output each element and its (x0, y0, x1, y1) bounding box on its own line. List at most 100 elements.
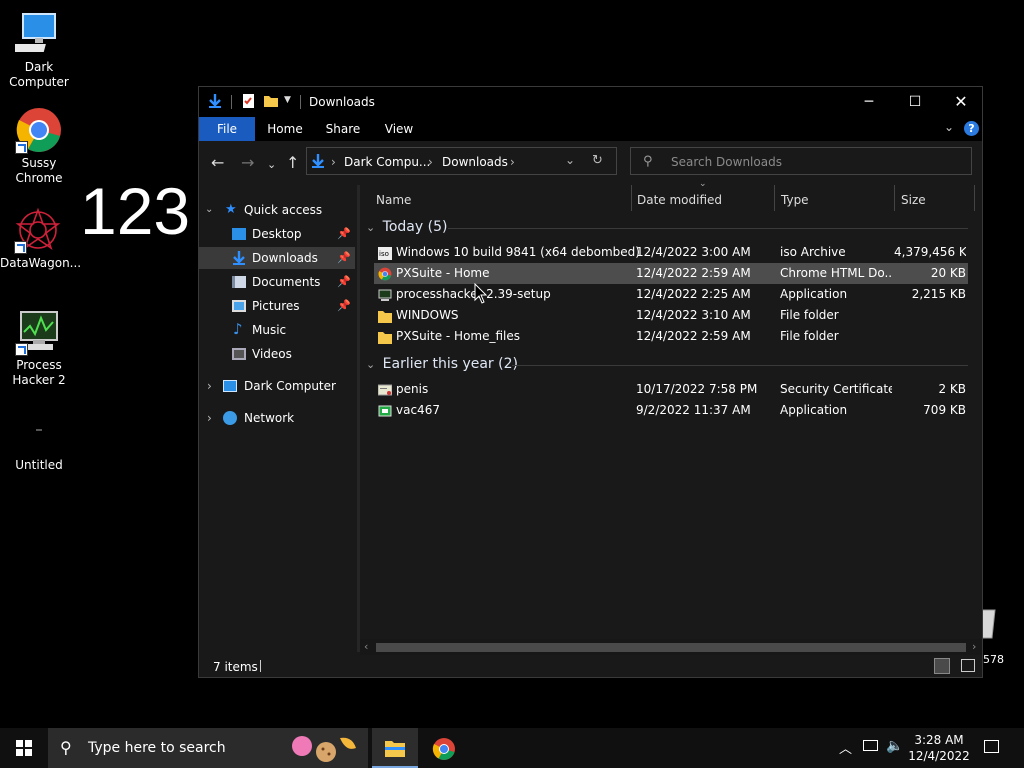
network-status-icon[interactable] (863, 740, 878, 751)
back-arrow-icon[interactable]: ← (211, 155, 224, 171)
desktop-icon-sussy-chrome[interactable]: Sussy Chrome (1, 106, 77, 186)
chevron-right-icon: › (331, 155, 336, 169)
help-icon[interactable]: ? (964, 121, 979, 136)
file-name: WINDOWS (396, 308, 459, 322)
maximize-button[interactable]: ☐ (892, 87, 938, 117)
desktop-icon-label: Sussy Chrome (15, 156, 63, 185)
nav-item-pictures[interactable]: Pictures 📌 (199, 295, 355, 317)
search-input[interactable]: Search Downloads (671, 155, 782, 169)
chevron-right-icon[interactable]: › (207, 375, 212, 397)
breadcrumb-downloads[interactable]: Downloads (442, 155, 508, 169)
volume-icon[interactable]: 🔈 (886, 738, 903, 754)
expand-ribbon-icon[interactable]: ⌄ (944, 120, 954, 134)
download-arrow-icon (207, 93, 223, 109)
table-row[interactable]: vac467 9/2/2022 11:37 AM Application 709… (374, 400, 968, 421)
taskbar-chrome[interactable] (432, 737, 456, 764)
table-row[interactable]: processhacker-2.39-setup 12/4/2022 2:25 … (374, 284, 968, 305)
desktop-icon-process-hacker[interactable]: Process Hacker 2 (1, 308, 77, 388)
scroll-left-icon[interactable]: ‹ (364, 640, 368, 653)
new-folder-icon[interactable] (263, 93, 279, 109)
column-divider[interactable] (894, 185, 895, 211)
breadcrumb-dark-computer[interactable]: Dark Compu... (344, 155, 430, 169)
group-header-earlier-this-year[interactable]: ⌄ Earlier this year (2) (366, 356, 518, 372)
pin-icon[interactable]: 📌 (337, 247, 351, 269)
folder-icon (378, 309, 392, 323)
search-icon: ⚲ (60, 738, 72, 757)
column-header-type[interactable]: Type (781, 189, 809, 211)
desktop-icon-datawagon[interactable]: DataWagon... (0, 206, 81, 271)
desktop-icon-label: Untitled (15, 458, 63, 472)
nav-item-dark-computer[interactable]: › Dark Computer (199, 375, 355, 397)
title-bar[interactable]: ▼ Downloads ─ ☐ ✕ (199, 87, 982, 117)
notifications-icon[interactable] (984, 740, 999, 753)
forward-arrow-icon[interactable]: → (241, 155, 254, 171)
table-row[interactable]: PXSuite - Home 12/4/2022 2:59 AM Chrome … (374, 263, 968, 284)
column-header-name[interactable]: Name (376, 189, 411, 211)
close-button[interactable]: ✕ (938, 87, 984, 117)
column-header-date-modified[interactable]: Date modified (637, 189, 722, 211)
computer-icon (223, 380, 237, 392)
nav-item-label: Videos (252, 347, 292, 361)
chevron-down-icon[interactable]: ⌄ (205, 199, 213, 221)
recent-locations-chevron-icon[interactable]: ⌄ (267, 157, 276, 173)
pin-icon[interactable]: 📌 (337, 223, 351, 245)
nav-item-music[interactable]: ♪ Music (199, 319, 355, 341)
taskbar-file-explorer[interactable] (372, 728, 418, 768)
nav-item-network[interactable]: › Network (199, 407, 355, 429)
address-history-chevron-icon[interactable]: ⌄ (565, 153, 575, 167)
file-name: vac467 (396, 403, 440, 417)
sort-indicator-icon: ⌄ (699, 179, 707, 189)
chrome-icon (15, 106, 63, 154)
column-header-size[interactable]: Size (901, 189, 926, 211)
pin-icon[interactable]: 📌 (337, 295, 351, 317)
desktop-icon-dark-computer[interactable]: Dark Computer (1, 10, 77, 90)
search-box[interactable]: ⚲ Search Downloads (630, 147, 972, 175)
table-row[interactable]: iso Windows 10 build 9841 (x64 debombed)… (374, 242, 968, 263)
desktop-icon-label: Dark Computer (9, 60, 69, 89)
chevron-right-icon[interactable]: › (207, 407, 212, 429)
tab-share[interactable]: Share (317, 117, 369, 141)
column-divider[interactable] (631, 185, 632, 211)
nav-item-desktop[interactable]: Desktop 📌 (199, 223, 355, 245)
customize-qat-icon[interactable]: ▼ (284, 95, 300, 111)
nav-item-downloads[interactable]: Downloads 📌 (199, 247, 355, 269)
file-date: 12/4/2022 2:59 AM (636, 266, 751, 280)
nav-item-videos[interactable]: Videos (199, 343, 355, 365)
horizontal-scrollbar[interactable]: ‹ › (360, 639, 982, 655)
address-bar[interactable]: › Dark Compu... › Downloads › ⌄ ↻ (306, 147, 617, 175)
properties-icon[interactable] (241, 93, 257, 109)
table-row[interactable]: PXSuite - Home_files 12/4/2022 2:59 AM F… (374, 326, 968, 347)
details-view-icon[interactable] (934, 658, 950, 674)
taskbar-search-box[interactable]: ⚲ Type here to search (48, 728, 368, 768)
mouse-cursor-icon (474, 282, 488, 308)
refresh-icon[interactable]: ↻ (592, 153, 603, 168)
certificate-icon (377, 383, 393, 396)
show-hidden-icons-chevron-icon[interactable]: ︿ (839, 738, 852, 757)
file-icon (15, 408, 63, 456)
taskbar-search-input[interactable]: Type here to search (88, 740, 226, 756)
windows-start-icon[interactable] (16, 740, 32, 759)
tab-home[interactable]: Home (259, 117, 311, 141)
desktop-icon-untitled[interactable]: Untitled (1, 408, 77, 473)
scroll-right-icon[interactable]: › (972, 640, 976, 653)
tab-view[interactable]: View (373, 117, 425, 141)
music-icon: ♪ (233, 320, 243, 338)
column-divider[interactable] (774, 185, 775, 211)
item-count: 7 items (213, 660, 258, 674)
table-row[interactable]: WINDOWS 12/4/2022 3:10 AM File folder (374, 305, 968, 326)
up-arrow-icon[interactable]: ↑ (286, 155, 299, 171)
file-explorer-window[interactable]: ▼ Downloads ─ ☐ ✕ File Home Share View ⌄… (198, 86, 983, 678)
table-row[interactable]: penis 10/17/2022 7:58 PM Security Certif… (374, 379, 968, 400)
nav-item-documents[interactable]: Documents 📌 (199, 271, 355, 293)
scrollbar-thumb[interactable] (376, 643, 966, 652)
large-icons-view-icon[interactable] (961, 659, 975, 672)
pin-icon[interactable]: 📌 (337, 271, 351, 293)
column-divider[interactable] (974, 185, 975, 211)
folder-icon (378, 330, 392, 344)
tab-file[interactable]: File (199, 117, 255, 141)
minimize-button[interactable]: ─ (846, 87, 892, 117)
nav-item-quick-access[interactable]: ⌄ ★ Quick access (199, 199, 355, 221)
clock[interactable]: 3:28 AM 12/4/2022 (905, 732, 973, 764)
group-label: Earlier this year (2) (382, 356, 518, 372)
group-header-today[interactable]: ⌄ Today (5) (366, 219, 447, 235)
